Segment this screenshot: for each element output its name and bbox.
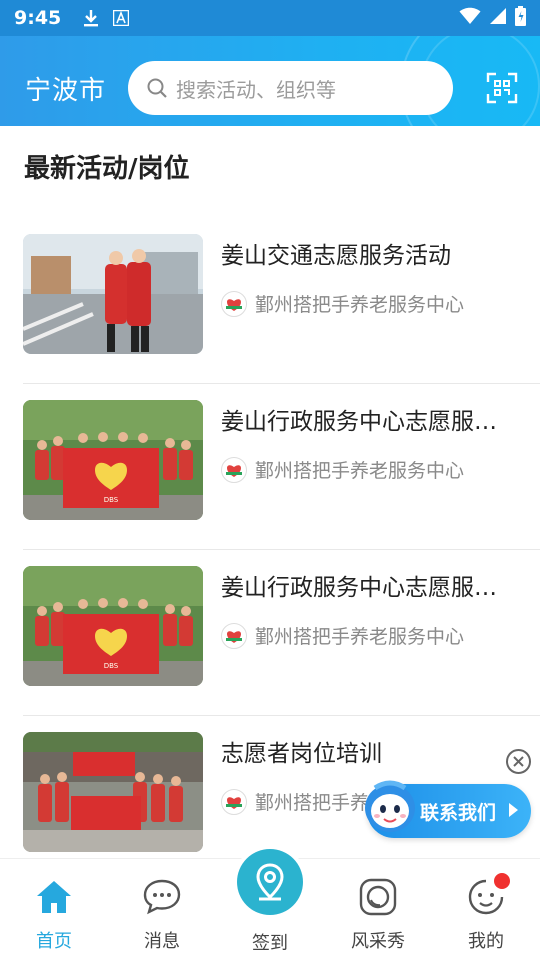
close-icon[interactable] [506,749,531,774]
city-selector[interactable]: 宁波市 [25,70,106,107]
organization: 鄞州搭把手养老服务中心 [221,456,464,483]
a-icon [113,10,130,26]
org-logo-icon [221,290,247,317]
location-pin-icon [237,849,303,915]
tab-messages[interactable]: 消息 [108,859,216,960]
app-header: 宁波市 搜索活动、组织等 [0,36,540,126]
mascot-icon [363,778,417,838]
chat-icon [142,877,182,917]
activity-thumbnail: DBS [23,400,203,520]
caret-right-icon [507,802,519,822]
search-input[interactable]: 搜索活动、组织等 [128,61,453,115]
contact-us-button[interactable]: 联系我们 [365,780,531,838]
org-name: 鄞州搭把手养老服务中心 [255,626,465,648]
signal-icon [489,7,507,29]
tab-label: 风采秀 [351,931,405,952]
activity-thumbnail [23,234,203,354]
org-logo-icon [221,622,247,649]
tab-label: 我的 [468,931,504,952]
organization: 鄞州搭把手养老服务中心 [221,622,464,649]
bottom-tab-bar: 首页 消息 签到 风采秀 我的 [0,849,540,960]
section-title: 最新活动/岗位 [24,154,190,184]
scan-icon[interactable] [486,72,518,104]
list-item[interactable]: 姜山交通志愿服务活动 鄞州搭把手养老服务中心 [23,218,540,384]
tab-label: 签到 [252,933,288,954]
battery-icon [515,6,526,30]
tab-profile[interactable]: 我的 [432,859,540,960]
org-logo-icon [221,788,247,815]
activity-title: 姜山行政服务中心志愿服… [221,575,497,601]
camera-ring-icon [358,877,398,917]
activity-list: 姜山交通志愿服务活动 鄞州搭把手养老服务中心 DBS 姜山行政服务中心志愿服… … [0,218,540,882]
search-icon [146,77,168,99]
svg-text:DBS: DBS [104,662,119,670]
svg-text:DBS: DBS [104,496,119,504]
tab-label: 首页 [36,931,72,952]
activity-thumbnail [23,732,203,852]
home-icon [34,877,74,917]
status-time: 9:45 [14,7,62,29]
activity-title: 姜山行政服务中心志愿服… [221,409,497,435]
org-logo-icon [221,456,247,483]
notification-badge [494,873,510,889]
list-item[interactable]: DBS 姜山行政服务中心志愿服… 鄞州搭把手养老服务中心 [23,384,540,550]
search-placeholder: 搜索活动、组织等 [176,77,336,102]
org-name: 鄞州搭把手养老服务中心 [255,460,465,482]
activity-title: 姜山交通志愿服务活动 [221,243,451,269]
tab-label: 消息 [144,931,180,952]
wifi-icon [459,7,481,29]
organization: 鄞州搭把手养老服务中心 [221,290,464,317]
activity-title: 志愿者岗位培训 [221,741,382,767]
org-name: 鄞州搭把手养老服务中心 [255,294,465,316]
list-item[interactable]: DBS 姜山行政服务中心志愿服… 鄞州搭把手养老服务中心 [23,550,540,716]
contact-us-label: 联系我们 [420,802,497,824]
tab-home[interactable]: 首页 [0,859,108,960]
tab-checkin[interactable]: 签到 [216,849,324,960]
activity-thumbnail: DBS [23,566,203,686]
tab-showcase[interactable]: 风采秀 [324,859,432,960]
download-icon [83,9,99,27]
status-bar: 9:45 [0,0,540,36]
